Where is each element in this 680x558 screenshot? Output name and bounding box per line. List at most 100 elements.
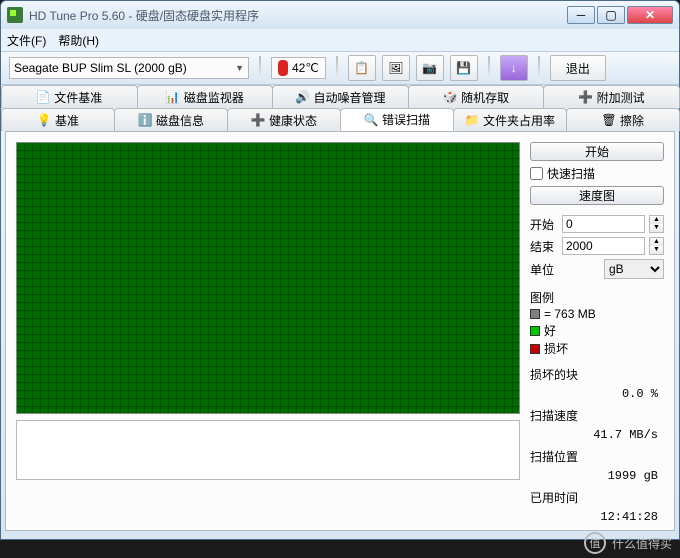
legend-bad-text: 损坏 bbox=[544, 340, 568, 357]
window-title: HD Tune Pro 5.60 - 硬盘/固态硬盘实用程序 bbox=[29, 7, 567, 24]
thermometer-icon bbox=[278, 60, 288, 76]
tab-label: 文件夹占用率 bbox=[483, 112, 555, 129]
legend-title: 图例 bbox=[530, 289, 664, 306]
health-icon: ➕ bbox=[251, 113, 265, 127]
tab-content: 开始 快速扫描 速度图 开始 ▲▼ 结束 ▲▼ 单位 gB bbox=[5, 131, 675, 531]
screenshot-button[interactable]: 📷 bbox=[416, 55, 444, 81]
start-button[interactable]: 开始 bbox=[530, 142, 664, 161]
tab-随机存取[interactable]: 🎲 随机存取 bbox=[408, 85, 545, 108]
elapsed-label: 已用时间 bbox=[530, 489, 664, 506]
save-button[interactable]: 💾 bbox=[450, 55, 478, 81]
legend: 图例 = 763 MB 好 损坏 bbox=[530, 287, 664, 360]
watermark-badge-icon: 值 bbox=[584, 532, 606, 554]
close-button[interactable]: ✕ bbox=[627, 6, 673, 24]
disk-info-icon: ℹ️ bbox=[138, 113, 152, 127]
end-field[interactable] bbox=[562, 237, 645, 255]
tab-擦除[interactable]: 🗑 擦除 bbox=[566, 108, 680, 131]
temperature-display: 42℃ bbox=[271, 57, 326, 79]
folder-usage-icon: 📁 bbox=[465, 113, 479, 127]
error-scan-icon: 🔍 bbox=[364, 113, 378, 127]
copy-screenshot-icon: 🖼 bbox=[388, 61, 403, 75]
end-field-label: 结束 bbox=[530, 238, 558, 255]
tab-label: 磁盘监视器 bbox=[184, 89, 244, 106]
elapsed-value: 12:41:28 bbox=[530, 510, 664, 524]
tabs-row-top: 📄 文件基准 📊 磁盘监视器 🔊 自动噪音管理 🎲 随机存取 ➕附加测试 bbox=[1, 85, 679, 108]
tab-label: 磁盘信息 bbox=[156, 112, 204, 129]
tab-label: 错误扫描 bbox=[382, 111, 430, 128]
tab-磁盘信息[interactable]: ℹ️ 磁盘信息 bbox=[114, 108, 228, 131]
tabs-row-bottom: 💡 基准 ℹ️ 磁盘信息 ➕ 健康状态 🔍 错误扫描 📁 文件夹占用率 🗑 擦除 bbox=[1, 108, 679, 131]
window-controls: ─ ▢ ✕ bbox=[567, 6, 673, 24]
temperature-value: 42℃ bbox=[292, 61, 319, 75]
scan-position-label: 扫描位置 bbox=[530, 448, 664, 465]
start-field-label: 开始 bbox=[530, 216, 558, 233]
app-icon bbox=[7, 7, 23, 23]
quick-scan-label: 快速扫描 bbox=[547, 165, 595, 182]
erase-icon: 🗑 bbox=[602, 113, 616, 127]
watermark-text: 什么值得买 bbox=[612, 535, 672, 552]
tab-label: 随机存取 bbox=[461, 89, 509, 106]
copy-info-icon: 📋 bbox=[354, 61, 369, 75]
toolbar-separator bbox=[538, 56, 540, 80]
damaged-blocks-value: 0.0 % bbox=[530, 387, 664, 401]
legend-bad-icon bbox=[530, 344, 540, 354]
start-spinner[interactable]: ▲▼ bbox=[649, 215, 664, 233]
save-icon: 💾 bbox=[456, 61, 471, 75]
end-spinner[interactable]: ▲▼ bbox=[649, 237, 664, 255]
benchmark-icon: 💡 bbox=[37, 113, 51, 127]
unit-select[interactable]: gB bbox=[604, 259, 664, 279]
legend-block-icon bbox=[530, 309, 540, 319]
tab-label: 附加测试 bbox=[597, 89, 645, 106]
random-access-icon: 🎲 bbox=[443, 90, 457, 104]
tab-文件基准[interactable]: 📄 文件基准 bbox=[1, 85, 138, 108]
legend-block-text: = 763 MB bbox=[544, 307, 596, 321]
toolbar-separator bbox=[259, 56, 261, 80]
aam-icon: 🔊 bbox=[295, 90, 309, 104]
maximize-button[interactable]: ▢ bbox=[597, 6, 625, 24]
tab-label: 健康状态 bbox=[269, 112, 317, 129]
tab-文件夹占用率[interactable]: 📁 文件夹占用率 bbox=[453, 108, 567, 131]
app-window: HD Tune Pro 5.60 - 硬盘/固态硬盘实用程序 ─ ▢ ✕ 文件(… bbox=[0, 0, 680, 540]
minimize-button[interactable]: ─ bbox=[567, 6, 595, 24]
tab-label: 基准 bbox=[55, 112, 79, 129]
tab-基准[interactable]: 💡 基准 bbox=[1, 108, 115, 131]
tab-label: 文件基准 bbox=[54, 89, 102, 106]
tab-label: 自动噪音管理 bbox=[313, 89, 385, 106]
unit-label: 单位 bbox=[530, 261, 558, 278]
scan-log bbox=[16, 420, 520, 480]
menu-file[interactable]: 文件(F) bbox=[7, 32, 46, 49]
watermark: 值 什么值得买 bbox=[584, 532, 672, 554]
speed-map-button[interactable]: 速度图 bbox=[530, 186, 664, 205]
camera-icon: 📷 bbox=[422, 61, 437, 75]
file-base-icon: 📄 bbox=[36, 90, 50, 104]
copy-screenshot-button[interactable]: 🖼 bbox=[382, 55, 410, 81]
scan-block-grid bbox=[16, 142, 520, 414]
toolbar-separator bbox=[336, 56, 338, 80]
options-button[interactable]: ↓ bbox=[500, 55, 528, 81]
scan-position-value: 1999 gB bbox=[530, 469, 664, 483]
dropdown-arrow-icon: ▼ bbox=[235, 63, 244, 73]
scan-speed-value: 41.7 MB/s bbox=[530, 428, 664, 442]
tab-附加测试[interactable]: ➕附加测试 bbox=[543, 85, 680, 108]
toolbar: Seagate BUP Slim SL (2000 gB) ▼ 42℃ 📋 🖼 … bbox=[1, 51, 679, 85]
quick-scan-checkbox[interactable] bbox=[530, 167, 543, 180]
drive-select-value: Seagate BUP Slim SL (2000 gB) bbox=[14, 61, 187, 75]
legend-ok-text: 好 bbox=[544, 322, 556, 339]
disk-monitor-icon: 📊 bbox=[166, 90, 180, 104]
tab-错误扫描[interactable]: 🔍 错误扫描 bbox=[340, 108, 454, 131]
menu-help[interactable]: 帮助(H) bbox=[58, 32, 99, 49]
scan-area bbox=[16, 142, 520, 520]
exit-button[interactable]: 退出 bbox=[550, 55, 606, 81]
tab-自动噪音管理[interactable]: 🔊 自动噪音管理 bbox=[272, 85, 409, 108]
tab-健康状态[interactable]: ➕ 健康状态 bbox=[227, 108, 341, 131]
legend-ok-icon bbox=[530, 326, 540, 336]
tab-label: 擦除 bbox=[620, 112, 644, 129]
tab-磁盘监视器[interactable]: 📊 磁盘监视器 bbox=[137, 85, 274, 108]
start-field[interactable] bbox=[562, 215, 645, 233]
damaged-blocks-label: 损坏的块 bbox=[530, 366, 664, 383]
toolbar-separator bbox=[488, 56, 490, 80]
menubar: 文件(F) 帮助(H) bbox=[1, 29, 679, 51]
titlebar: HD Tune Pro 5.60 - 硬盘/固态硬盘实用程序 ─ ▢ ✕ bbox=[1, 1, 679, 29]
drive-select[interactable]: Seagate BUP Slim SL (2000 gB) ▼ bbox=[9, 57, 249, 79]
copy-info-button[interactable]: 📋 bbox=[348, 55, 376, 81]
